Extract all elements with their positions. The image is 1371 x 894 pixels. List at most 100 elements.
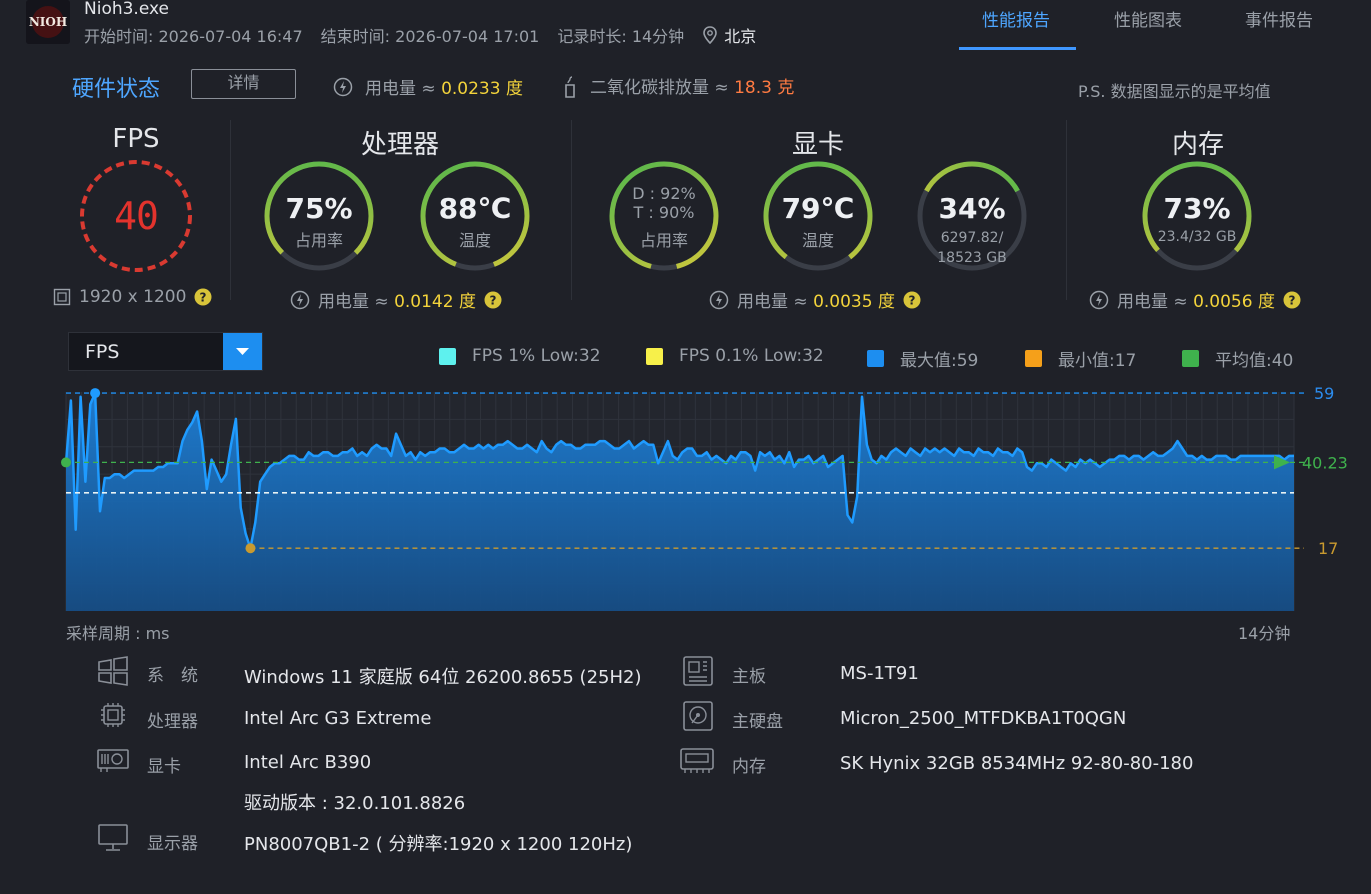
power-icon xyxy=(1089,290,1109,310)
legend-label: 最大值:59 xyxy=(900,351,979,371)
tab-performance-report[interactable]: 性能报告 xyxy=(982,6,1050,31)
help-icon[interactable]: ? xyxy=(484,291,502,309)
monitor-value: PN8007QB1-2 ( 分辨率:1920 x 1200 120Hz) xyxy=(244,834,633,855)
ram-value: SK Hynix 32GB 8534MHz 92-80-80-180 xyxy=(840,753,1194,774)
section-divider xyxy=(1066,120,1067,300)
resolution-info: 1920 x 1200 ? xyxy=(53,287,212,307)
active-tab-indicator xyxy=(959,47,1076,50)
cpu-chip-icon xyxy=(96,700,130,732)
app-name: Nioh3.exe xyxy=(84,0,169,19)
section-divider xyxy=(230,120,231,300)
motherboard-icon xyxy=(681,655,715,687)
co2-emission: 二氧化碳排放量 ≈ 18.3 克 xyxy=(560,73,794,98)
hard-disk-icon xyxy=(681,700,715,732)
legend-label: 平均值:40 xyxy=(1215,351,1294,371)
screen-frame-icon xyxy=(53,288,71,306)
y-avg-label: 40.23 xyxy=(1302,453,1348,472)
cpu-usage-gauge: 75% 占用率 xyxy=(261,158,377,274)
x-axis-end-label: 14分钟 xyxy=(1238,624,1291,643)
min-marker xyxy=(245,543,256,554)
max-marker xyxy=(90,388,101,399)
co2-value: 18.3 克 xyxy=(734,78,795,98)
legend-swatch xyxy=(439,347,456,365)
monitor-label: 显示器 xyxy=(147,834,198,854)
cpu-power-value: 0.0142 度 xyxy=(394,292,476,312)
power-icon xyxy=(709,290,729,310)
gpu-vram-total: 18523 GB xyxy=(937,250,1007,266)
legend-swatch xyxy=(1182,350,1199,367)
memory-usage-detail: 23.4/32 GB xyxy=(1157,229,1237,245)
duration: 记录时长: 14分钟 xyxy=(557,27,685,46)
cpu-temp-value: 88℃ xyxy=(438,192,512,225)
app-logo-text: NIOH xyxy=(29,15,67,29)
driver-version: 驱动版本 : 32.0.101.8826 xyxy=(244,793,466,814)
cpu-usage-label: 占用率 xyxy=(294,231,343,250)
tab-performance-chart[interactable]: 性能图表 xyxy=(1114,6,1182,31)
svg-text:?: ? xyxy=(908,293,915,307)
y-max-label: 59 xyxy=(1314,384,1334,403)
cpu-temp-gauge: 88℃ 温度 xyxy=(417,158,533,274)
power-icon xyxy=(333,77,353,97)
gpu-usage-t: T : 90% xyxy=(633,203,695,222)
legend-label: FPS 0.1% Low:32 xyxy=(679,346,824,366)
memory-power-label: 用电量 ≈ xyxy=(1117,292,1188,312)
gpu-usage-d: D : 92% xyxy=(632,184,696,203)
help-icon[interactable]: ? xyxy=(194,288,212,306)
ram-label: 内存 xyxy=(732,757,766,777)
co2-label: 二氧化碳排放量 ≈ xyxy=(590,78,729,98)
tab-event-report[interactable]: 事件报告 xyxy=(1245,6,1313,31)
title-bar: NIOH Nioh3.exe 开始时间: 2026-07-04 16:47 结束… xyxy=(0,0,1371,52)
chimney-icon xyxy=(560,75,580,98)
gpu-usage-label: 占用率 xyxy=(639,231,688,250)
gpu-vram-used: 6297.82/ xyxy=(940,230,1004,246)
gpu-power-value: 0.0035 度 xyxy=(813,292,895,312)
graphics-card-icon xyxy=(95,745,129,777)
memory-module-icon xyxy=(679,745,714,777)
metric-dropdown[interactable]: FPS xyxy=(68,332,263,371)
gpu-vram-gauge: 34% 6297.82/ 18523 GB xyxy=(914,158,1030,274)
cpu-label: 处理器 xyxy=(147,712,198,732)
legend-01pct-low: FPS 0.1% Low:32 xyxy=(646,346,824,366)
fps-value: 40 xyxy=(114,194,159,238)
total-power-label: 用电量 ≈ xyxy=(365,79,436,99)
legend-avg: 平均值:40 xyxy=(1182,346,1293,371)
gpu-section-title: 显卡 xyxy=(791,130,844,160)
memory-power-value: 0.0056 度 xyxy=(1193,292,1275,312)
y-min-label: 17 xyxy=(1318,539,1338,558)
fps-area-chart[interactable]: 59 40.23 17 xyxy=(50,382,1371,632)
chevron-down-icon[interactable] xyxy=(223,333,262,370)
x-axis-unit-label: 采样周期 : ms xyxy=(66,624,170,643)
app-logo: NIOH xyxy=(26,0,70,44)
legend-1pct-low: FPS 1% Low:32 xyxy=(439,346,601,366)
location-pin-icon xyxy=(702,26,718,45)
motherboard-label: 主板 xyxy=(732,667,766,687)
session-meta: 开始时间: 2026-07-04 16:47 结束时间: 2026-07-04 … xyxy=(84,23,756,47)
help-icon[interactable]: ? xyxy=(1283,291,1301,309)
cpu-power-label: 用电量 ≈ xyxy=(318,292,389,312)
windows-icon xyxy=(96,655,130,687)
svg-text:?: ? xyxy=(1288,293,1295,307)
gpu-power-label: 用电量 ≈ xyxy=(737,292,808,312)
total-power-value: 0.0233 度 xyxy=(441,79,523,99)
legend-swatch xyxy=(867,350,884,367)
metric-dropdown-value: FPS xyxy=(85,341,120,363)
help-icon[interactable]: ? xyxy=(903,291,921,309)
monitor-icon xyxy=(96,822,130,854)
section-divider xyxy=(571,120,572,300)
fps-gauge: 40 xyxy=(78,158,194,274)
gpu-value: Intel Arc B390 xyxy=(244,752,372,773)
legend-label: FPS 1% Low:32 xyxy=(472,346,601,366)
gpu-usage-gauge: D : 92% T : 90% 占用率 xyxy=(606,158,722,274)
hardware-status-title: 硬件状态 xyxy=(72,77,161,102)
start-time: 开始时间: 2026-07-04 16:47 xyxy=(84,27,303,46)
os-value: Windows 11 家庭版 64位 26200.8655 (25H2) xyxy=(244,667,642,688)
svg-text:?: ? xyxy=(489,293,496,307)
details-button[interactable]: 详情 xyxy=(191,69,296,99)
memory-usage-gauge: 73% 23.4/32 GB xyxy=(1139,158,1255,274)
average-note: P.S. 数据图显示的是平均值 xyxy=(1078,82,1271,101)
legend-label: 最小值:17 xyxy=(1058,351,1137,371)
memory-power-usage: 用电量 ≈ 0.0056 度 ? xyxy=(1089,287,1301,312)
total-power-usage: 用电量 ≈ 0.0233 度 xyxy=(333,74,523,99)
cpu-section-title: 处理器 xyxy=(360,130,439,160)
cpu-usage-value: 75% xyxy=(285,192,353,225)
